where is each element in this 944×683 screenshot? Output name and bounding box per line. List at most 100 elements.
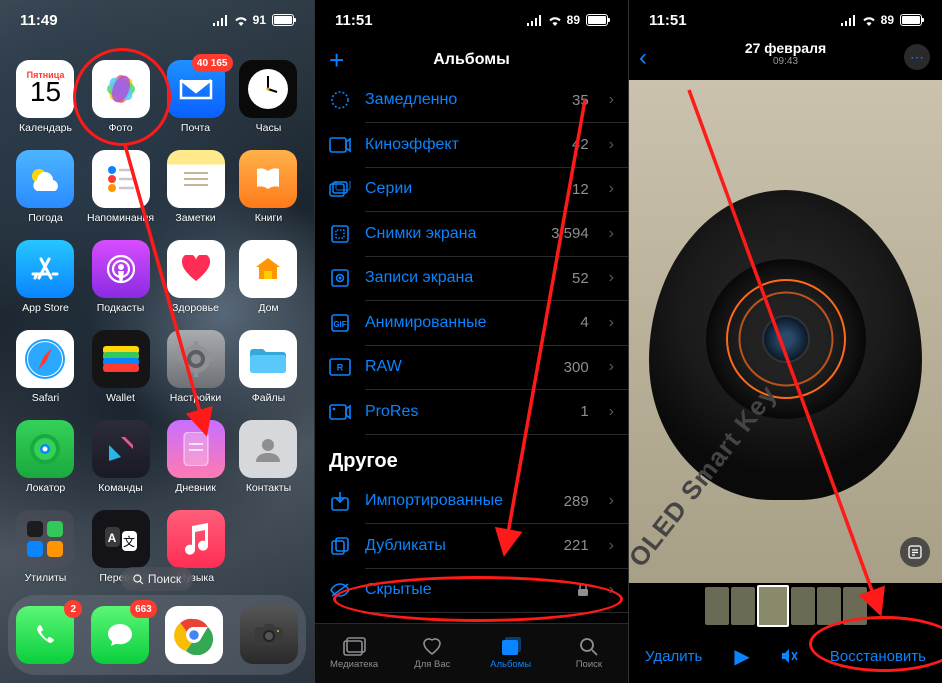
tab-Поиск[interactable]: Поиск: [550, 624, 628, 683]
album-row-hidden[interactable]: Скрытые›: [315, 568, 628, 612]
clock-icon: [239, 60, 297, 118]
badge: 40 165: [192, 54, 233, 72]
album-list[interactable]: Замедленно35›Киноэффект42›Серии12›Снимки…: [315, 78, 628, 623]
app-journal[interactable]: Дневник: [164, 420, 227, 494]
app-home[interactable]: Дом: [237, 240, 300, 314]
app-contacts[interactable]: Контакты: [237, 420, 300, 494]
safari-icon: [16, 330, 74, 388]
tab-Для Вас[interactable]: Для Вас: [393, 624, 471, 683]
app-label: Настройки: [170, 392, 222, 404]
app-label: Локатор: [26, 482, 66, 494]
dock-camera[interactable]: [240, 606, 298, 664]
live-text-button[interactable]: [900, 537, 930, 567]
album-row-cinema[interactable]: Киноэффект42›: [315, 123, 628, 167]
app-wallet[interactable]: Wallet: [87, 330, 154, 404]
album-row-dup[interactable]: Дубликаты221›: [315, 524, 628, 568]
album-row-animated[interactable]: GIFАнимированные4›: [315, 301, 628, 345]
files-icon: [239, 330, 297, 388]
status-bar: 11:51 89: [315, 0, 628, 40]
app-label: Книги: [255, 212, 282, 224]
album-row-slomo[interactable]: Замедленно35›: [315, 78, 628, 122]
svg-text:文: 文: [122, 534, 134, 549]
app-shortcuts[interactable]: Команды: [87, 420, 154, 494]
app-label: Команды: [98, 482, 143, 494]
thumbnail[interactable]: [731, 587, 755, 625]
thumbnail[interactable]: [791, 587, 815, 625]
tab-Медиатека[interactable]: Медиатека: [315, 624, 393, 683]
thumbnail-selected[interactable]: [757, 585, 789, 627]
album-row-import[interactable]: Импортированные289›: [315, 479, 628, 523]
tab-Альбомы[interactable]: Альбомы: [472, 624, 550, 683]
app-podcasts[interactable]: Подкасты: [87, 240, 154, 314]
app-mail[interactable]: 40 165Почта: [164, 60, 227, 134]
phone-badge: 2: [64, 600, 82, 618]
app-health[interactable]: Здоровье: [164, 240, 227, 314]
app-notes[interactable]: Заметки: [164, 150, 227, 224]
wifi-icon: [233, 15, 249, 26]
app-calendar[interactable]: Пятница 15 Календарь: [14, 60, 77, 134]
app-label: Wallet: [106, 392, 135, 404]
mute-button[interactable]: [780, 648, 798, 664]
app-files[interactable]: Файлы: [237, 330, 300, 404]
thumbnail[interactable]: [843, 587, 867, 625]
app-books[interactable]: Книги: [237, 150, 300, 224]
add-album-button[interactable]: +: [329, 45, 344, 76]
chevron-right-icon: ›: [609, 269, 614, 287]
chevron-right-icon: ›: [609, 136, 614, 154]
reminders-icon: [92, 150, 150, 208]
album-row-screenrec[interactable]: Записи экрана52›: [315, 256, 628, 300]
dock-messages[interactable]: 663: [91, 606, 149, 664]
thumbnail[interactable]: [705, 587, 729, 625]
app-settings[interactable]: Настройки: [164, 330, 227, 404]
more-button[interactable]: ⋯: [904, 44, 930, 70]
messages-icon: [105, 621, 135, 649]
tab-icon: [500, 637, 522, 657]
dock-chrome[interactable]: [165, 606, 223, 664]
album-count: 4: [580, 314, 588, 331]
tab-bar: МедиатекаДля ВасАльбомы Поиск: [315, 623, 628, 683]
contacts-icon: [239, 420, 297, 478]
photos-icon: [92, 60, 150, 118]
album-row-prores[interactable]: ProRes1›: [315, 390, 628, 434]
album-count: 3 594: [551, 225, 589, 242]
tab-icon: [422, 637, 442, 657]
thumbnail[interactable]: [817, 587, 841, 625]
album-label: RAW: [365, 358, 550, 376]
thumbnail-strip[interactable]: [629, 585, 942, 627]
music-icon: [167, 510, 225, 568]
album-row-deleted[interactable]: Недавно удаленные›: [315, 613, 628, 624]
album-count: 1: [580, 403, 588, 420]
app-safari[interactable]: Safari: [14, 330, 77, 404]
app-grid: Пятница 15 Календарь Фото40 165Почта Часы…: [14, 60, 300, 584]
app-appstore[interactable]: App Store: [14, 240, 77, 314]
app-clock[interactable]: Часы: [237, 60, 300, 134]
app-photos[interactable]: Фото: [87, 60, 154, 134]
tab-label: Поиск: [576, 659, 602, 670]
dup-icon: [329, 536, 351, 556]
app-label: Часы: [256, 122, 282, 134]
app-reminders[interactable]: Напоминания: [87, 150, 154, 224]
dock-phone[interactable]: 2: [16, 606, 74, 664]
play-button[interactable]: ▶: [734, 644, 749, 669]
battery-percent: 91: [253, 13, 266, 27]
album-count: 52: [572, 270, 589, 287]
photo-toolbar: Удалить ▶ Восстановить: [629, 629, 942, 683]
chevron-right-icon: ›: [609, 358, 614, 376]
notes-icon: [167, 150, 225, 208]
album-row-screenshot[interactable]: Снимки экрана3 594›: [315, 212, 628, 256]
photo-viewport[interactable]: OLED Smart Key: [629, 80, 942, 583]
restore-button[interactable]: Восстановить: [830, 648, 926, 665]
app-weather[interactable]: Погода: [14, 150, 77, 224]
album-row-burst[interactable]: Серии12›: [315, 167, 628, 211]
import-icon: [329, 491, 351, 511]
spotlight-search[interactable]: Поиск: [121, 567, 193, 591]
wifi-icon: [861, 15, 877, 26]
album-label: ProRes: [365, 403, 566, 421]
lock-icon: [577, 583, 589, 597]
app-utilities[interactable]: Утилиты: [14, 510, 77, 584]
burst-icon: [329, 181, 351, 197]
album-row-raw[interactable]: RRAW300›: [315, 345, 628, 389]
delete-button[interactable]: Удалить: [645, 648, 702, 665]
app-findmy[interactable]: Локатор: [14, 420, 77, 494]
status-time: 11:51: [649, 12, 687, 29]
